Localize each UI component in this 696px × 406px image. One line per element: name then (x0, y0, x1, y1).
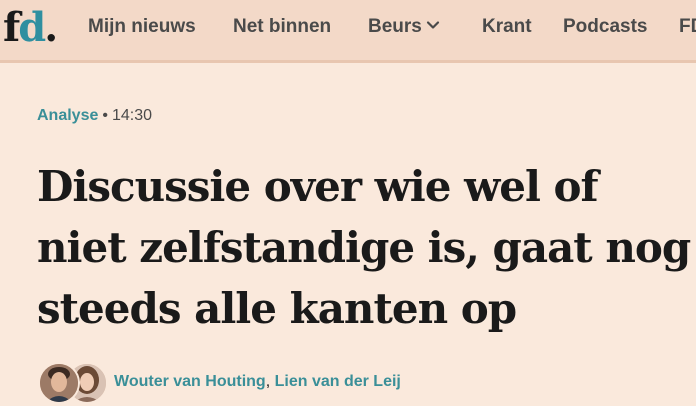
author-link-wouter[interactable]: Wouter van Houting (114, 373, 266, 390)
nav-item-mijn-nieuws[interactable]: Mijn nieuws (88, 16, 196, 38)
article-headline: Discussie over wie wel of niet zelfstand… (37, 162, 691, 333)
nav-item-beurs[interactable]: Beurs (368, 16, 440, 38)
chevron-down-icon (426, 21, 439, 29)
nav-item-fd[interactable]: FD (679, 16, 696, 38)
nav-item-podcasts[interactable]: Podcasts (563, 16, 647, 38)
author-names: Wouter van Houting, Lien van der Leij (114, 371, 401, 393)
logo-letter-f: f (3, 4, 20, 51)
nav-item-beurs-label: Beurs (368, 16, 422, 37)
logo-letter-d: d (18, 4, 46, 51)
article-category-link[interactable]: Analyse (37, 107, 98, 124)
author-avatar-wouter[interactable] (38, 362, 80, 404)
nav-item-net-binnen[interactable]: Net binnen (233, 16, 331, 38)
author-separator: , (265, 373, 271, 390)
top-navigation: fd. Mijn nieuws Net binnen Beurs Krant P… (0, 0, 696, 63)
logo-dot: . (44, 4, 58, 51)
article-meta-row: Analyse • 14:30 (37, 105, 696, 127)
article-meta: Analyse • 14:30 (37, 105, 696, 127)
author-link-lien[interactable]: Lien van der Leij (275, 373, 401, 390)
meta-separator: • (102, 107, 108, 124)
article-time: 14:30 (111, 107, 153, 124)
nav-item-krant[interactable]: Krant (482, 16, 532, 38)
avatar-portrait-icon (40, 364, 78, 402)
fd-logo[interactable]: fd. (3, 4, 58, 51)
